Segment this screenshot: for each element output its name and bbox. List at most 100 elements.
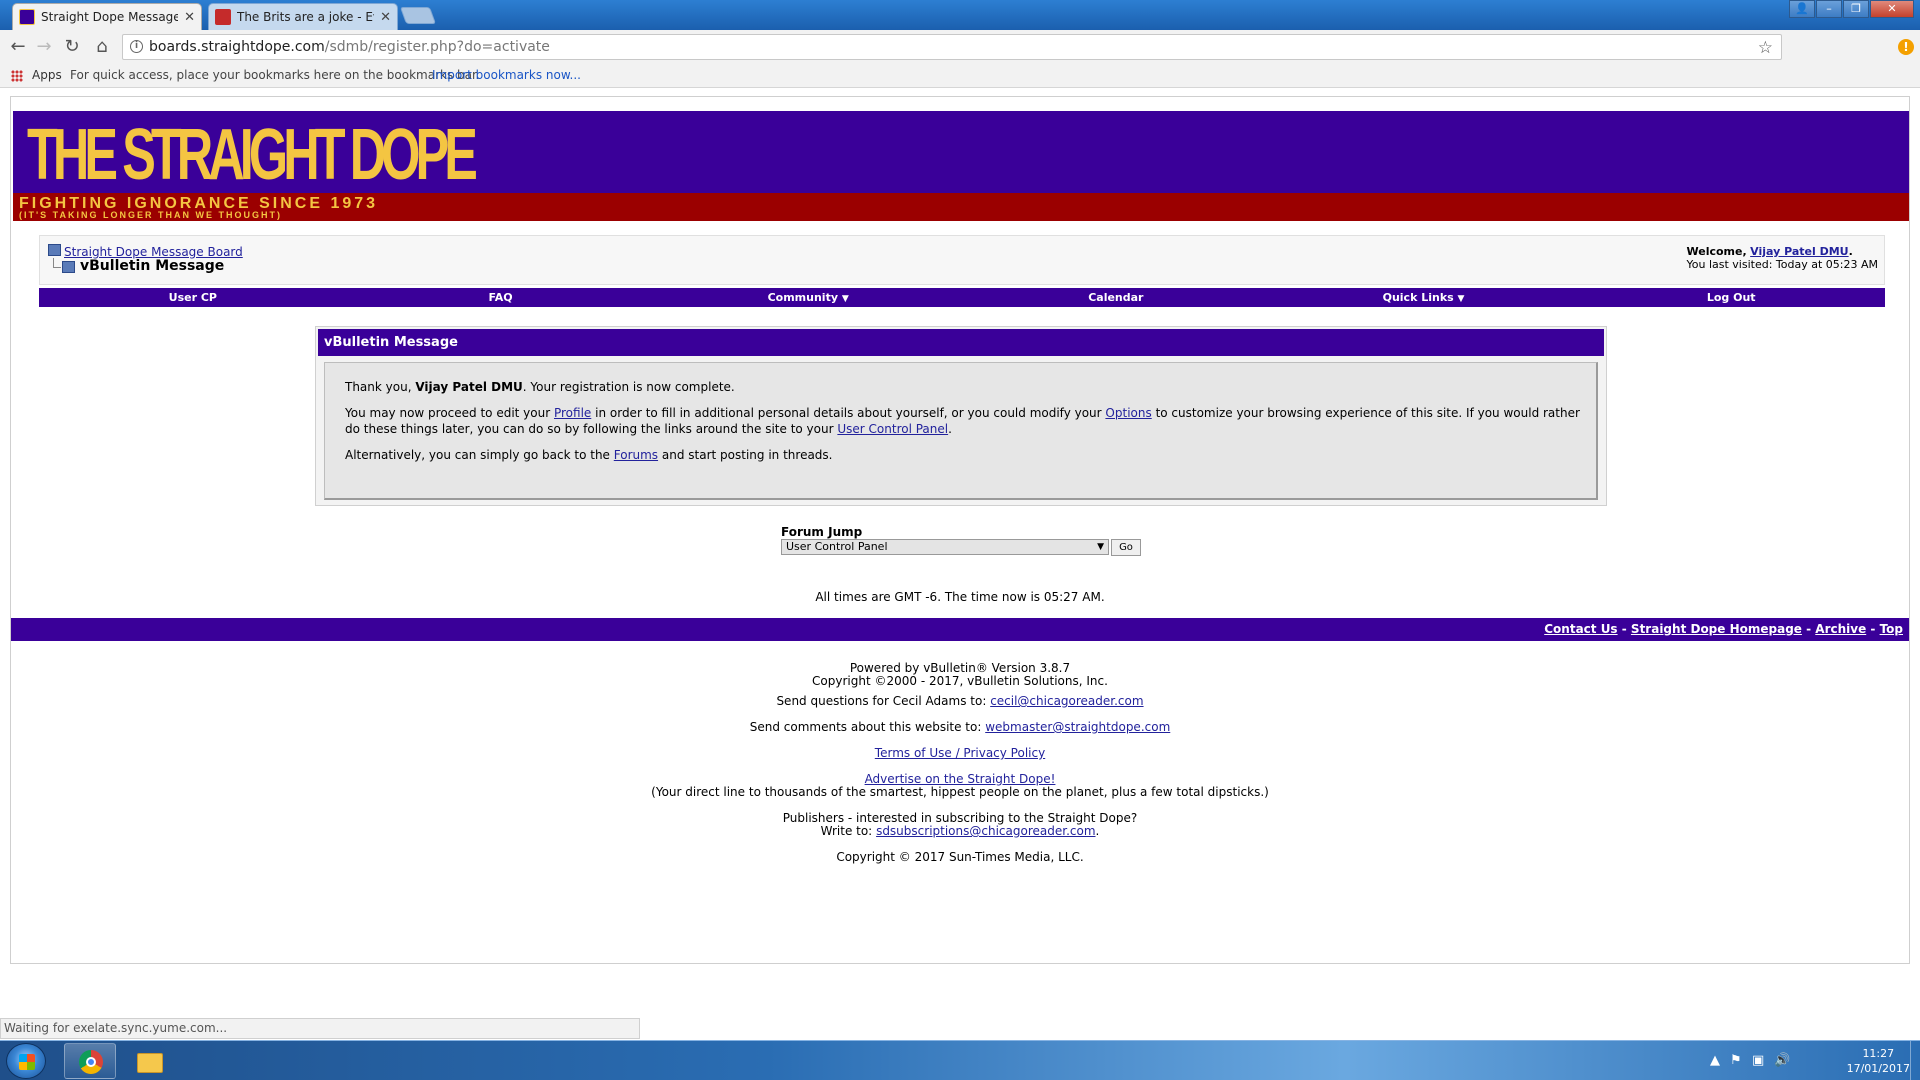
- subscriptions-line: Write to: sdsubscriptions@chicagoreader.…: [820, 824, 1100, 838]
- folder-icon: [137, 1053, 163, 1073]
- timezone-text: All times are GMT -6. The time now is 05…: [815, 590, 1105, 604]
- address-bar[interactable]: i boards.straightdope.com/sdmb/register.…: [122, 34, 1782, 60]
- site-logo[interactable]: THE STRAIGHT DOPE: [27, 115, 478, 195]
- subscriptions-email-link[interactable]: sdsubscriptions@chicagoreader.com: [876, 824, 1095, 838]
- network-icon[interactable]: ▣: [1752, 1053, 1764, 1068]
- close-icon[interactable]: ✕: [184, 10, 195, 25]
- nav-user-cp[interactable]: User CP: [39, 288, 347, 307]
- tab-title: Straight Dope Message B: [41, 10, 179, 24]
- reload-icon[interactable]: ↻: [62, 37, 82, 57]
- forum-page-icon: [62, 261, 75, 273]
- site-banner[interactable]: THE STRAIGHT DOPE FIGHTING IGNORANCE SIN…: [13, 111, 1909, 221]
- minimize-button[interactable]: –: [1816, 0, 1842, 18]
- chrome-icon-center: [86, 1057, 96, 1067]
- home-icon[interactable]: ⌂: [92, 37, 112, 57]
- cecil-email-link[interactable]: cecil@chicagoreader.com: [990, 694, 1143, 708]
- windows-taskbar: ▲ ⚑ ▣ 🔊 11:27 17/01/2017: [0, 1040, 1920, 1080]
- forum-home-icon[interactable]: [48, 244, 61, 256]
- go-button[interactable]: Go: [1111, 539, 1141, 556]
- advertise-subtext: (Your direct line to thousands of the sm…: [651, 785, 1269, 799]
- last-visited-text: You last visited: Today at 05:23 AM: [1686, 258, 1879, 271]
- browser-toolbar: ← → ↻ ⌂ i boards.straightdope.com/sdmb/r…: [0, 30, 1920, 64]
- apps-grid-icon[interactable]: [11, 70, 23, 82]
- close-icon[interactable]: ✕: [380, 10, 391, 25]
- message-body: Thank you, Vijay Patel DMU. Your registr…: [324, 362, 1598, 500]
- footer-links-bar: Contact Us - Straight Dope Homepage - Ar…: [11, 618, 1909, 641]
- forum-jump-select[interactable]: User Control Panel ▼: [781, 539, 1109, 555]
- new-tab-button[interactable]: [399, 7, 437, 24]
- taskbar-clock[interactable]: 11:27 17/01/2017: [1847, 1046, 1910, 1076]
- vbulletin-copyright: Copyright ©2000 - 2017, vBulletin Soluti…: [812, 674, 1108, 688]
- message-username: Vijay Patel DMU: [415, 380, 523, 394]
- taskbar-chrome[interactable]: [64, 1043, 116, 1079]
- windows-logo-icon: [19, 1054, 35, 1070]
- bookmarks-bar: Apps For quick access, place your bookma…: [0, 64, 1920, 88]
- back-arrow-icon[interactable]: ←: [8, 37, 28, 57]
- message-paragraph-2: You may now proceed to edit your Profile…: [345, 406, 1580, 436]
- breadcrumb-board-link[interactable]: Straight Dope Message Board: [64, 245, 243, 259]
- nav-log-out[interactable]: Log Out: [1577, 288, 1885, 307]
- forums-link[interactable]: Forums: [614, 448, 658, 462]
- start-button[interactable]: [6, 1043, 46, 1079]
- breadcrumb: Straight Dope Message Board vBulletin Me…: [39, 235, 1885, 285]
- homepage-link[interactable]: Straight Dope Homepage: [1631, 622, 1802, 636]
- show-desktop-button[interactable]: [1910, 1041, 1920, 1080]
- straight-dope-favicon-icon: [19, 9, 35, 25]
- forum-jump-selected: User Control Panel: [786, 540, 888, 553]
- caret-down-icon: ▼: [1457, 294, 1465, 304]
- action-center-flag-icon[interactable]: ⚑: [1730, 1053, 1742, 1068]
- dropdown-arrow-icon: ▼: [1097, 542, 1104, 552]
- terms-line: Terms of Use / Privacy Policy: [11, 747, 1909, 760]
- page-title: vBulletin Message: [80, 258, 225, 274]
- tab-title: The Brits are a joke - Eve: [237, 10, 375, 24]
- username-link[interactable]: Vijay Patel DMU: [1750, 245, 1848, 258]
- taskbar-explorer[interactable]: [122, 1043, 174, 1079]
- suntimes-copyright: Copyright © 2017 Sun-Times Media, LLC.: [836, 850, 1084, 864]
- forward-arrow-icon[interactable]: →: [34, 37, 54, 57]
- top-link[interactable]: Top: [1880, 622, 1903, 636]
- caret-down-icon: ▼: [841, 294, 849, 304]
- clock-time: 11:27: [1862, 1047, 1895, 1060]
- contact-us-link[interactable]: Contact Us: [1544, 622, 1617, 636]
- advertise-link[interactable]: Advertise on the Straight Dope!: [865, 772, 1056, 786]
- nav-faq[interactable]: FAQ: [347, 288, 655, 307]
- terms-privacy-link[interactable]: Terms of Use / Privacy Policy: [875, 746, 1045, 760]
- apps-shortcut[interactable]: Apps: [32, 64, 62, 86]
- nav-quick-links[interactable]: Quick Links ▼: [1270, 288, 1578, 307]
- archive-link[interactable]: Archive: [1815, 622, 1866, 636]
- message-paragraph-3: Alternatively, you can simply go back to…: [345, 448, 833, 462]
- site-subtagline: (IT'S TAKING LONGER THAN WE THOUGHT): [19, 210, 282, 220]
- message-header: vBulletin Message: [318, 329, 1604, 356]
- forum-favicon-icon: [215, 9, 231, 25]
- browser-status-bubble: Waiting for exelate.sync.yume.com...: [0, 1018, 640, 1039]
- profile-link[interactable]: Profile: [554, 406, 591, 420]
- tray-expand-icon[interactable]: ▲: [1710, 1053, 1720, 1068]
- system-tray: ▲ ⚑ ▣ 🔊 11:27 17/01/2017: [1700, 1041, 1920, 1080]
- url-path: /sdmb/register.php?do=activate: [324, 39, 550, 55]
- url-domain: boards.straightdope.com: [149, 39, 325, 55]
- volume-icon[interactable]: 🔊: [1774, 1053, 1790, 1068]
- tab-straight-dope[interactable]: Straight Dope Message B ✕: [12, 3, 202, 30]
- info-icon[interactable]: i: [130, 40, 143, 53]
- close-window-button[interactable]: ✕: [1870, 0, 1914, 18]
- forum-jump-label: Forum Jump: [781, 525, 863, 539]
- welcome-label: Welcome,: [1686, 245, 1747, 258]
- message-paragraph-1: Thank you, Vijay Patel DMU. Your registr…: [345, 380, 735, 394]
- page-content: THE STRAIGHT DOPE FIGHTING IGNORANCE SIN…: [10, 96, 1910, 964]
- bookmarks-hint: For quick access, place your bookmarks h…: [70, 68, 480, 82]
- options-link[interactable]: Options: [1105, 406, 1151, 420]
- webmaster-email-link[interactable]: webmaster@straightdope.com: [985, 720, 1170, 734]
- webmaster-contact-line: Send comments about this website to: web…: [749, 720, 1171, 734]
- user-control-panel-link[interactable]: User Control Panel: [837, 422, 948, 436]
- browser-tab-strip: Straight Dope Message B ✕ The Brits are …: [0, 0, 1920, 30]
- extension-alert-icon[interactable]: !: [1898, 39, 1914, 55]
- bookmark-star-icon[interactable]: ☆: [1758, 36, 1773, 60]
- user-profile-icon[interactable]: 👤: [1789, 0, 1815, 18]
- nav-calendar[interactable]: Calendar: [962, 288, 1270, 307]
- nav-community[interactable]: Community ▼: [654, 288, 962, 307]
- clock-date: 17/01/2017: [1846, 1062, 1910, 1075]
- tab-brits-joke[interactable]: The Brits are a joke - Eve ✕: [208, 3, 398, 30]
- restore-button[interactable]: ❐: [1843, 0, 1869, 18]
- import-bookmarks-link[interactable]: Import bookmarks now...: [432, 64, 581, 86]
- breadcrumb-connector: [53, 258, 61, 268]
